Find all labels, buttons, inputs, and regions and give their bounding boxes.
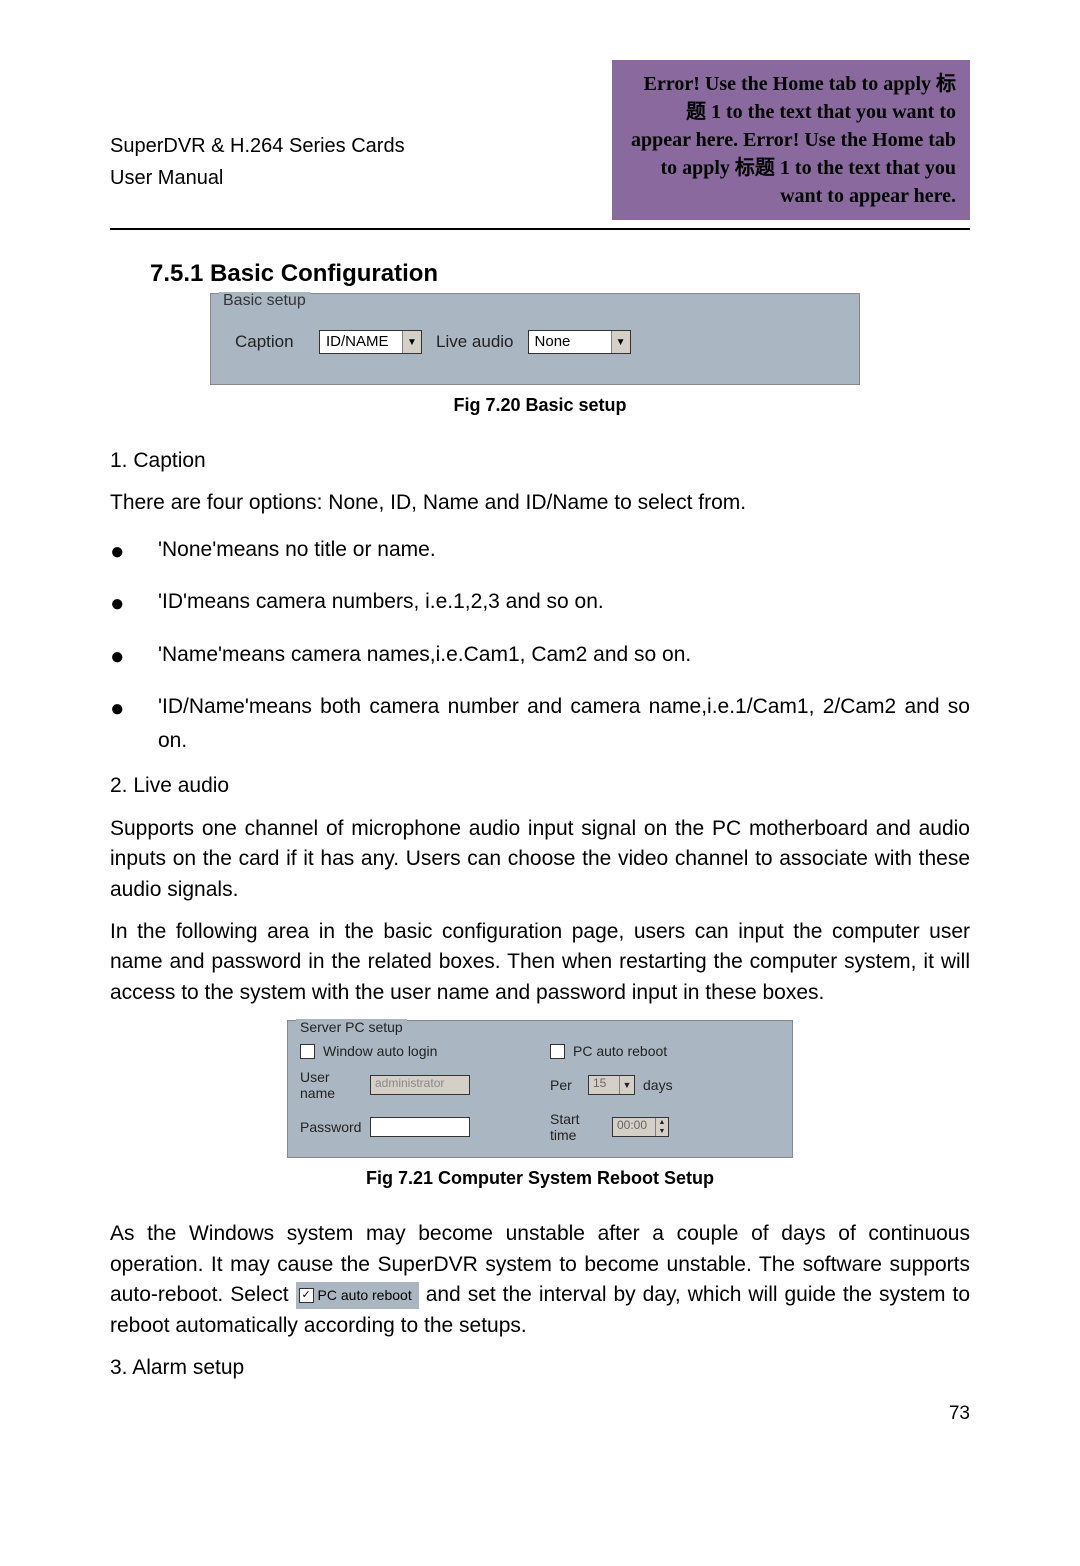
page-header: SuperDVR & H.264 Series Cards User Manua… — [110, 60, 970, 230]
page-number: 73 — [949, 1403, 970, 1425]
username-label: User name — [300, 1069, 362, 1101]
username-input[interactable]: administrator — [370, 1075, 470, 1095]
liveaudio-label: Live audio — [436, 332, 514, 352]
doc-title: SuperDVR & H.264 Series Cards — [110, 130, 405, 162]
password-input[interactable] — [370, 1117, 470, 1137]
liveaudio-heading: 2. Live audio — [110, 771, 970, 801]
liveaudio-dropdown[interactable]: None ▼ — [528, 330, 631, 354]
list-item: ●'ID/Name'means both camera number and c… — [110, 690, 970, 757]
list-item: ●'ID'means camera numbers, i.e.1,2,3 and… — [110, 585, 970, 623]
groupbox-label: Basic setup — [219, 292, 310, 310]
figure-caption-721: Fig 7.21 Computer System Reboot Setup — [110, 1168, 970, 1189]
caption-dropdown-value: ID/NAME — [320, 331, 402, 353]
caption-heading: 1. Caption — [110, 446, 970, 476]
starttime-spinner[interactable]: 00:00 ▲▼ — [612, 1117, 669, 1137]
bullet-list: ●'None'means no title or name. ●'ID'mean… — [110, 533, 970, 757]
figure-server-pc-setup: Server PC setup Window auto login PC aut… — [287, 1020, 793, 1158]
pc-auto-reboot-label: PC auto reboot — [573, 1043, 667, 1059]
section-title: 7.5.1 Basic Configuration — [150, 260, 970, 288]
window-auto-login-checkbox[interactable] — [300, 1044, 315, 1059]
pc-auto-reboot-row: PC auto reboot — [550, 1043, 780, 1059]
chevron-down-icon: ▼ — [611, 331, 630, 353]
pc-auto-reboot-checkbox[interactable] — [550, 1044, 565, 1059]
chevron-down-icon: ▼ — [619, 1076, 634, 1094]
per-days-dropdown[interactable]: 15 ▼ — [588, 1075, 635, 1095]
doc-subtitle: User Manual — [110, 162, 405, 194]
figure-basic-setup: Basic setup Caption ID/NAME ▼ Live audio… — [210, 293, 860, 385]
groupbox-label: Server PC setup — [296, 1019, 407, 1035]
caption-desc: There are four options: None, ID, Name a… — [110, 488, 970, 518]
password-label: Password — [300, 1119, 362, 1135]
days-label: days — [643, 1077, 673, 1093]
checkbox-checked-icon: ✓ — [299, 1288, 314, 1303]
header-left: SuperDVR & H.264 Series Cards User Manua… — [110, 60, 405, 194]
figure-caption-720: Fig 7.20 Basic setup — [110, 395, 970, 416]
chevron-up-icon: ▲ — [656, 1118, 668, 1127]
starttime-label: Start time — [550, 1111, 604, 1143]
liveaudio-dropdown-value: None — [529, 331, 611, 353]
list-item: ●'None'means no title or name. — [110, 533, 970, 571]
liveaudio-desc: Supports one channel of microphone audio… — [110, 814, 970, 905]
caption-dropdown[interactable]: ID/NAME ▼ — [319, 330, 422, 354]
reboot-paragraph: As the Windows system may become unstabl… — [110, 1219, 970, 1341]
header-error-box: Error! Use the Home tab to apply 标题 1 to… — [612, 60, 970, 220]
list-item: ●'Name'means camera names,i.e.Cam1, Cam2… — [110, 638, 970, 676]
alarm-setup-heading: 3. Alarm setup — [110, 1353, 970, 1383]
server-desc: In the following area in the basic confi… — [110, 917, 970, 1008]
window-auto-login-label: Window auto login — [323, 1043, 437, 1059]
window-auto-login-row: Window auto login — [300, 1043, 530, 1059]
chevron-down-icon: ▼ — [402, 331, 421, 353]
caption-label: Caption — [235, 332, 305, 352]
inline-pc-auto-reboot[interactable]: ✓ PC auto reboot — [296, 1282, 419, 1308]
per-label: Per — [550, 1077, 580, 1093]
chevron-down-icon: ▼ — [656, 1127, 668, 1136]
